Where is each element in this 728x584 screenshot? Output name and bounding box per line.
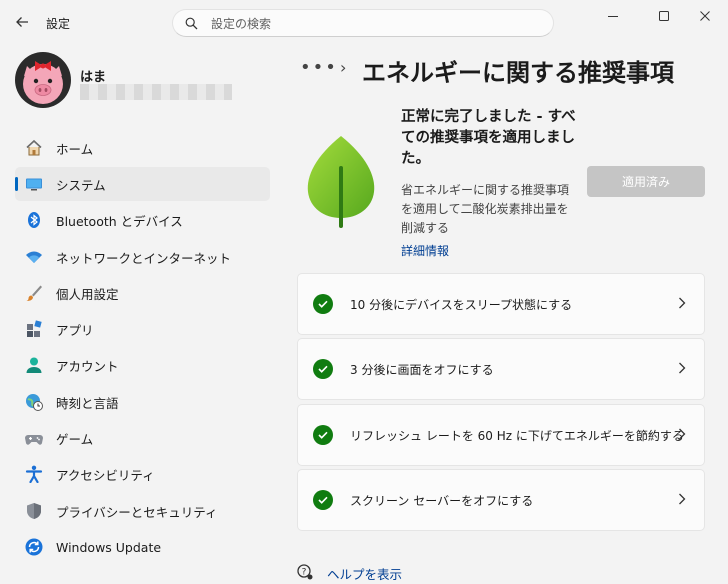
system-icon [25,175,43,193]
recommendation-text: リフレッシュ レートを 60 Hz に下げてエネルギーを節約する [350,428,684,443]
pig-avatar-icon [15,52,71,108]
sidebar-item-label: アクセシビリティ [56,467,155,483]
chevron-right-icon [679,428,686,440]
sidebar-item-label: ゲーム [56,431,94,447]
sidebar-item-home[interactable]: ホーム [15,131,270,165]
applied-button[interactable]: 適用済み [587,166,705,197]
sidebar-item-label: ネットワークとインターネット [56,250,232,266]
search-input[interactable] [209,14,543,34]
leaf-icon [302,134,380,228]
status-description: 省エネルギーに関する推奨事項を適用して二酸化炭素排出量を削減する [401,183,570,235]
account-icon [25,356,43,374]
sidebar-item-accessibility[interactable]: アクセシビリティ [15,457,270,491]
globe-clock-icon [25,393,43,411]
sidebar-item-windows-update[interactable]: Windows Update [15,530,270,564]
recommendation-text: 3 分後に画面をオフにする [350,362,494,377]
sidebar-item-label: 時刻と言語 [56,395,119,411]
minimize-button[interactable] [590,2,636,30]
breadcrumb-separator: › [340,58,347,77]
sidebar-item-time-language[interactable]: 時刻と言語 [15,385,270,419]
svg-text:?: ? [302,568,307,578]
sidebar-item-bluetooth[interactable]: Bluetooth とデバイス [15,203,270,237]
sidebar-item-label: ホーム [56,141,94,157]
update-icon [25,538,43,556]
accessibility-icon [25,465,43,483]
check-circle-icon [313,490,333,510]
sidebar-item-label: 個人用設定 [56,286,119,302]
sidebar-item-apps[interactable]: アプリ [15,312,270,346]
shield-icon [25,502,43,520]
gamepad-icon [25,429,43,447]
page-title: エネルギーに関する推奨事項 [362,59,674,87]
recommendation-text: スクリーン セーバーをオフにする [350,493,534,508]
search-box[interactable] [172,9,554,37]
home-icon [25,139,43,157]
sidebar-item-network[interactable]: ネットワークとインターネット [15,240,270,274]
close-icon [700,11,710,21]
chevron-right-icon [679,297,686,309]
help-link[interactable]: ヘルプを表示 [327,564,402,583]
help-icon: ? [297,564,313,580]
sidebar-item-label: アプリ [56,322,94,338]
sidebar-item-privacy-security[interactable]: プライバシーとセキュリティ [15,494,270,528]
maximize-button[interactable] [641,2,687,30]
recommendation-text: 10 分後にデバイスをスリープ状態にする [350,297,573,312]
sidebar-item-system[interactable]: システム [15,167,270,201]
bluetooth-icon [25,211,43,229]
recommendation-screen-saver[interactable]: スクリーン セーバーをオフにする [297,469,705,531]
close-button[interactable] [682,2,728,30]
sidebar-item-gaming[interactable]: ゲーム [15,421,270,455]
sidebar-item-label: Windows Update [56,539,162,555]
wifi-icon [25,248,43,266]
chevron-right-icon [679,493,686,505]
apps-icon [25,320,43,338]
avatar[interactable] [15,52,71,108]
search-icon [185,17,198,30]
recommendation-screen-off[interactable]: 3 分後に画面をオフにする [297,338,705,400]
breadcrumb-more-button[interactable]: ••• [300,57,338,78]
sidebar-item-label: プライバシーとセキュリティ [56,504,218,520]
maximize-icon [659,11,669,21]
sidebar-item-accounts[interactable]: アカウント [15,348,270,382]
check-circle-icon [313,359,333,379]
recommendation-sleep[interactable]: 10 分後にデバイスをスリープ状態にする [297,273,705,335]
app-title: 設定 [46,17,71,31]
details-link[interactable]: 詳細情報 [401,242,449,259]
user-email-redacted [80,84,232,100]
minimize-icon [608,16,618,17]
back-arrow-icon [16,17,28,27]
chevron-right-icon [679,362,686,374]
check-circle-icon [313,294,333,314]
recommendation-refresh-rate[interactable]: リフレッシュ レートを 60 Hz に下げてエネルギーを節約する [297,404,705,466]
sidebar-item-label: Bluetooth とデバイス [56,213,183,229]
check-circle-icon [313,425,333,445]
status-title: 正常に完了しました - すべての推奨事項を適用しました。 [401,109,576,167]
brush-icon [25,284,43,302]
sidebar-item-label: アカウント [56,358,119,374]
sidebar-item-label: システム [56,177,106,193]
user-name: はま [80,70,107,85]
sidebar-item-personalization[interactable]: 個人用設定 [15,276,270,310]
selection-indicator [15,177,18,191]
back-button[interactable] [8,8,36,36]
